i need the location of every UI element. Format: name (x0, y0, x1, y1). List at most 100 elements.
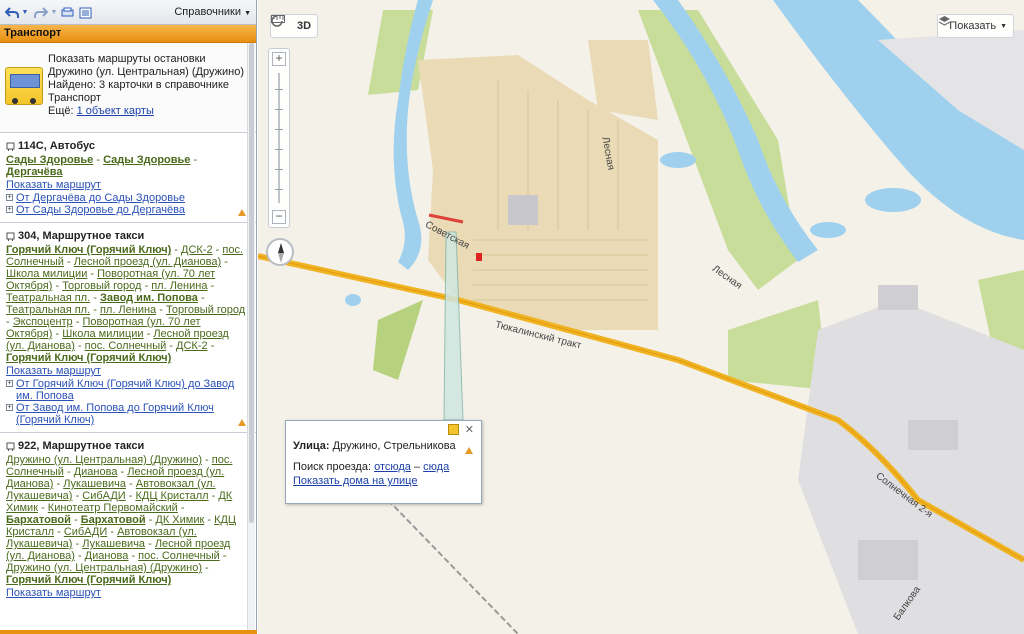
stop-link[interactable]: Лукашевича (82, 538, 145, 550)
results-list[interactable]: Показать маршруты остановки Дружино (ул.… (0, 43, 256, 634)
direction-link[interactable]: + От Горячий Ключ (Горячий Ключ) до Завод… (6, 378, 248, 402)
warning-icon[interactable] (465, 447, 473, 454)
stop-separator: - (72, 490, 83, 502)
print-icon[interactable] (60, 4, 74, 21)
stop-link[interactable]: Школа милиции (62, 328, 143, 340)
stop-link[interactable]: СибАДИ (82, 490, 125, 502)
zoom-tick (275, 189, 283, 190)
direction-link[interactable]: + От Сады Здоровье до Дергачёва (6, 204, 248, 216)
scrollbar-thumb[interactable] (249, 43, 254, 523)
show-houses-link[interactable]: Показать дома на улице (293, 475, 417, 487)
stop-separator: - (70, 514, 81, 526)
bus-stop-icon (6, 442, 15, 451)
stop-separator: - (207, 340, 215, 352)
stop-link[interactable]: Сады Здоровье (103, 154, 190, 166)
summary-found: Найдено: 3 карточки в справочнике Трансп… (48, 79, 229, 104)
compass-icon[interactable] (266, 238, 294, 266)
direction-label: От Сады Здоровье до Дергачёва (16, 204, 185, 216)
more-objects-link[interactable]: 1 объект карты (77, 105, 154, 117)
stop-link[interactable]: ДСК-2 (176, 340, 208, 352)
chevron-down-icon: ▼ (1000, 22, 1007, 30)
stop-link[interactable]: Завод им. Попова (100, 292, 198, 304)
stop-separator: - (74, 550, 85, 562)
chevron-down-icon: ▼ (244, 10, 251, 17)
3d-button[interactable]: 3D (297, 20, 311, 32)
summary-card: Показать маршруты остановки Дружино (ул.… (0, 43, 256, 133)
direction-label: От Завод им. Попова до Горячий Ключ (Гор… (16, 402, 214, 426)
from-here-link[interactable]: отсюда (374, 461, 411, 473)
map-canvas[interactable] (258, 0, 1024, 634)
forward-arrow-icon[interactable] (33, 4, 49, 21)
back-history-dropdown-icon[interactable]: ▼ (21, 4, 29, 21)
stop-link[interactable]: Горячий Ключ (Горячий Ключ) (6, 352, 171, 364)
stop-link[interactable]: Дианова (74, 466, 118, 478)
stop-separator: - (208, 490, 219, 502)
stop-link[interactable]: Сады Здоровье (6, 154, 93, 166)
stop-separator: - (221, 256, 228, 268)
zoom-track[interactable] (278, 73, 280, 203)
stop-link[interactable]: Лесной проезд (ул. Дианова) (74, 256, 221, 268)
layers-button[interactable]: Показать ▼ (937, 14, 1014, 38)
warning-icon[interactable] (238, 209, 246, 216)
back-arrow-icon[interactable] (4, 4, 20, 21)
stop-link[interactable]: СибАДИ (64, 526, 107, 538)
show-route-link[interactable]: Показать маршрут (6, 178, 248, 192)
direction-link[interactable]: + От Дергачёва до Сады Здоровье (6, 192, 248, 204)
stop-link[interactable]: Дианова (85, 550, 129, 562)
stop-link[interactable]: пос. Солнечный (85, 340, 167, 352)
panel-toolbar: ▼ ▼ Справочники ▼ (0, 0, 256, 25)
directory-dropdown[interactable]: Справочники ▼ (174, 6, 251, 18)
route-title: 304, Маршрутное такси (6, 229, 248, 243)
route-card-114: 114С, Автобус Сады Здоровье - Сады Здоро… (0, 133, 256, 223)
stop-separator: - (201, 454, 212, 466)
pin-icon[interactable] (448, 424, 459, 435)
street-label-title: Улица: (293, 440, 330, 452)
stop-separator: - (72, 538, 83, 550)
stop-link[interactable]: Дружино (ул. Центральная) (Дружино) (6, 454, 202, 466)
bus-icon (5, 67, 43, 105)
stop-link[interactable]: Экспоцентр (13, 316, 73, 328)
zoom-out-button[interactable]: − (272, 210, 286, 224)
stop-link[interactable]: пос. Солнечный (138, 550, 220, 562)
stop-link[interactable]: Торговый город (62, 280, 141, 292)
map-view[interactable]: 3D Показать ▼ + − Советская Лесная Лесна… (258, 0, 1024, 634)
stop-link[interactable]: пл. Ленина (100, 304, 156, 316)
forward-history-dropdown-icon[interactable]: ▼ (50, 4, 58, 21)
stop-link[interactable]: Торговый город (166, 304, 245, 316)
stop-link[interactable]: Бархатовой (81, 514, 146, 526)
close-icon[interactable]: ✕ (465, 423, 474, 436)
stop-link[interactable]: Дружино (ул. Центральная) (Дружино) (6, 562, 202, 574)
route-card-922: 922, Маршрутное такси Дружино (ул. Центр… (0, 433, 256, 606)
warning-icon[interactable] (238, 419, 246, 426)
zoom-in-button[interactable]: + (272, 52, 286, 66)
stop-link[interactable]: ДК Химик (155, 514, 204, 526)
stop-separator: - (125, 478, 136, 490)
direction-link[interactable]: + От Завод им. Попова до Горячий Ключ (Го… (6, 402, 248, 426)
stop-link[interactable]: Горячий Ключ (Горячий Ключ) (6, 244, 171, 256)
stop-separator: - (141, 280, 152, 292)
show-route-link[interactable]: Показать маршрут (6, 586, 248, 600)
to-here-link[interactable]: сюда (423, 461, 449, 473)
more-prefix: Ещё: (48, 105, 74, 117)
stop-link[interactable]: ДСК-2 (181, 244, 213, 256)
panel-header: Транспорт (0, 25, 256, 43)
stop-link[interactable]: Бархатовой (6, 514, 71, 526)
panel-scrollbar[interactable] (247, 43, 255, 634)
direction-label: От Горячий Ключ (Горячий Ключ) до Завод … (16, 378, 235, 402)
stop-separator: - (166, 340, 177, 352)
stop-link[interactable]: КДЦ Кристалл (135, 490, 208, 502)
stop-link[interactable]: Театральная пл. (6, 292, 90, 304)
show-route-link[interactable]: Показать маршрут (6, 364, 248, 378)
stop-link[interactable]: Кинотеатр Первомайский (48, 502, 178, 514)
stop-link[interactable]: Горячий Ключ (Горячий Ключ) (6, 574, 171, 586)
stop-link[interactable]: пл. Ленина (151, 280, 207, 292)
stop-separator: - (63, 466, 74, 478)
stop-link[interactable]: Театральная пл. (6, 304, 90, 316)
zoom-tick (275, 169, 283, 170)
stop-link[interactable]: Школа милиции (6, 268, 87, 280)
expand-icon: + (6, 380, 13, 387)
list-view-icon[interactable] (78, 4, 92, 21)
stop-link[interactable]: Дергачёва (6, 166, 62, 178)
zoom-tick (275, 149, 283, 150)
stop-link[interactable]: Лукашевича (63, 478, 126, 490)
